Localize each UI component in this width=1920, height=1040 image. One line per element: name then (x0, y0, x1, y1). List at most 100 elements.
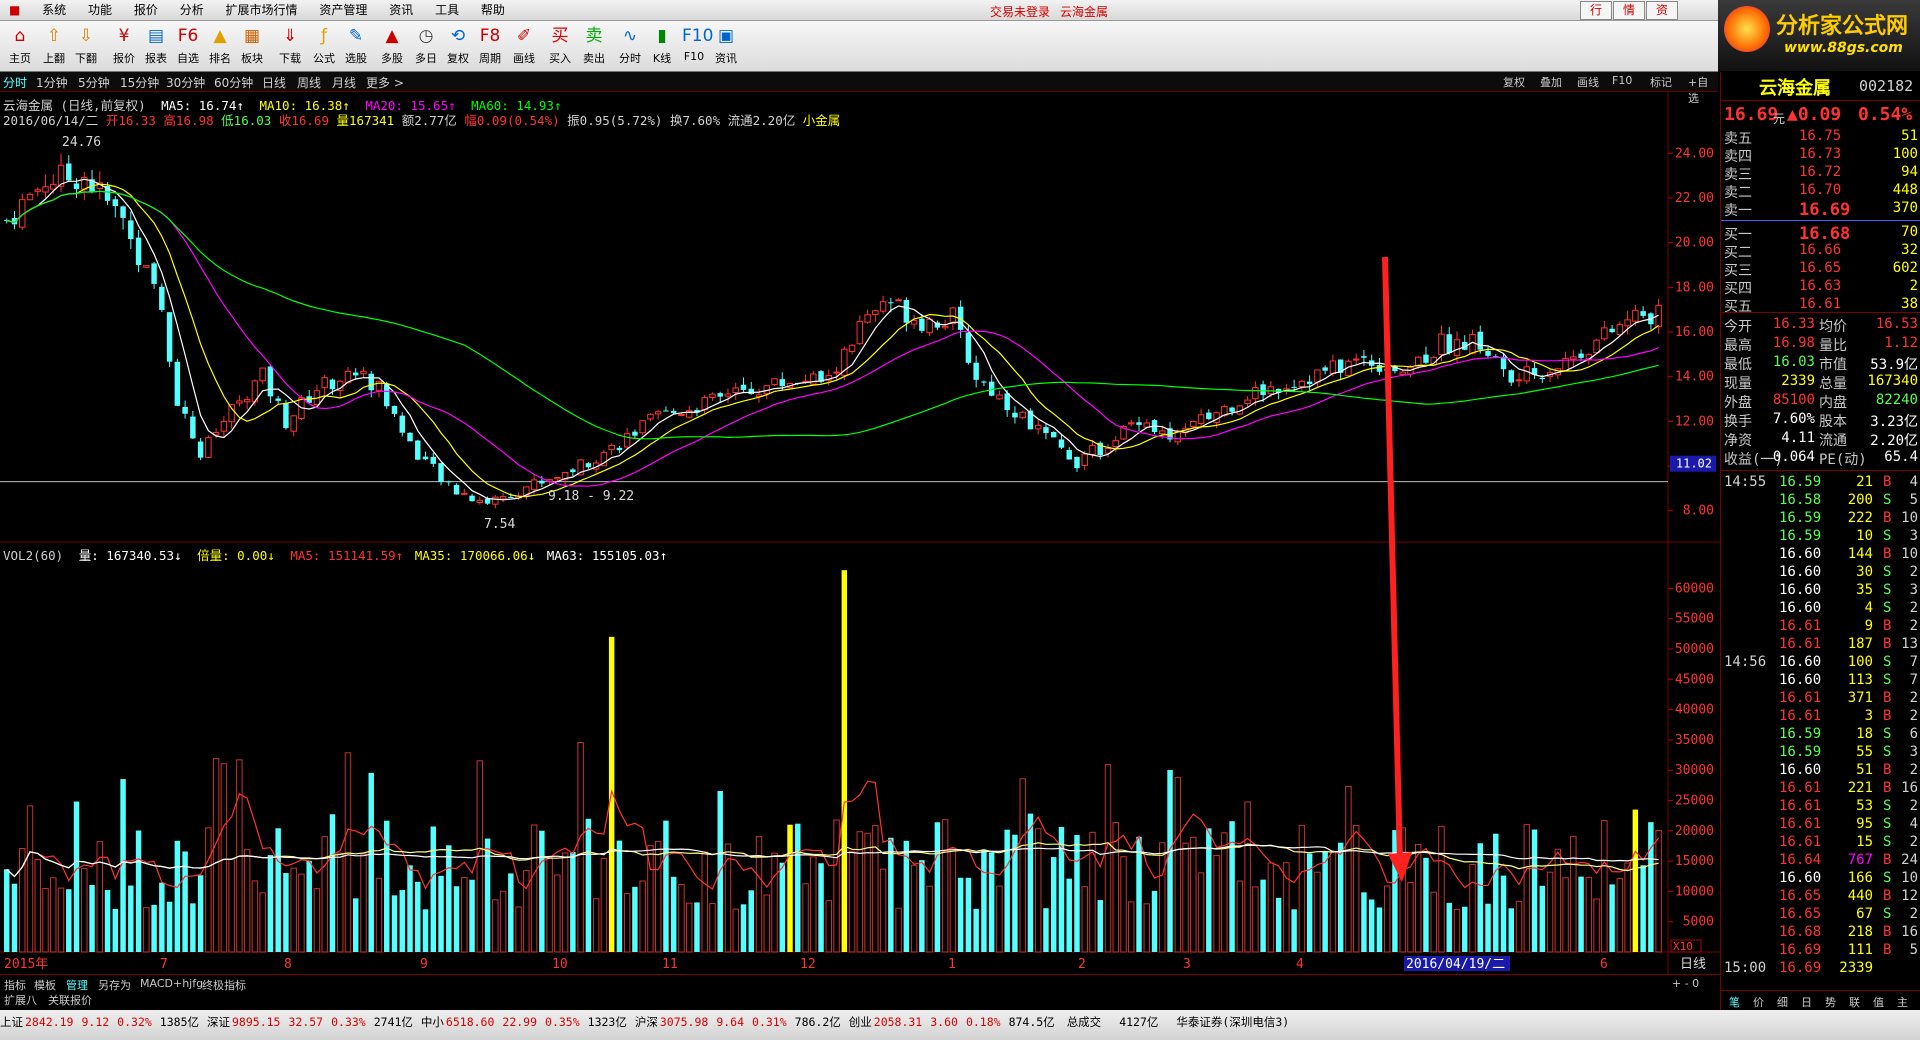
candle-body[interactable] (848, 344, 856, 353)
candle-body[interactable] (981, 381, 987, 383)
login-status[interactable]: 交易未登录 (990, 3, 1050, 20)
tick-row[interactable]: 16.61 9 B 2 (1721, 618, 1920, 636)
candle-body[interactable] (1601, 327, 1608, 340)
candle-body[interactable] (469, 495, 475, 502)
tick-row[interactable]: 16.61 53 S 2 (1721, 798, 1920, 816)
period-tab[interactable]: 30分钟 (166, 74, 205, 91)
candle-body[interactable] (321, 377, 328, 389)
news-button[interactable]: 资 (1646, 1, 1678, 20)
candle-body[interactable] (26, 193, 34, 201)
period-tab[interactable]: 周线 (297, 74, 321, 91)
candle-body[interactable] (120, 206, 126, 218)
tick-row[interactable]: 16.65 67 S 2 (1721, 906, 1920, 924)
candle-body[interactable] (1632, 309, 1639, 322)
candle-body[interactable] (1314, 369, 1321, 383)
candle-body[interactable] (1438, 333, 1445, 356)
candle-body[interactable] (647, 413, 654, 420)
candle-body[interactable] (461, 492, 468, 495)
candle-body[interactable] (352, 372, 359, 376)
candle-body[interactable] (259, 367, 266, 382)
draw-line-button[interactable]: ✐ 画线 (506, 24, 542, 70)
candle-body[interactable] (476, 499, 484, 503)
tick-row[interactable]: 16.61 15 S 2 (1721, 834, 1920, 852)
candle-body[interactable] (1329, 360, 1337, 374)
candle-body[interactable] (872, 310, 879, 316)
candle-body[interactable] (1423, 354, 1429, 363)
ask-row[interactable]: 卖四 16.73 100 (1721, 146, 1920, 165)
candle-body[interactable] (399, 415, 405, 433)
candle-body[interactable] (42, 186, 49, 193)
tick-row[interactable]: 16.60 113 S 7 (1721, 672, 1920, 690)
candle-body[interactable] (623, 433, 631, 448)
candle-body[interactable] (205, 437, 212, 458)
candle-body[interactable] (1244, 399, 1251, 404)
indicator-tab[interactable]: MACD+hjfg (140, 977, 203, 990)
app-menu-icon[interactable]: ■ (0, 0, 29, 20)
report-button[interactable]: ▤ 报表 (138, 24, 174, 70)
candle-body[interactable] (407, 432, 413, 442)
candle-body[interactable] (1306, 381, 1313, 385)
candle-body[interactable] (415, 440, 421, 460)
bid-row[interactable]: 买一 16.68 70 (1721, 224, 1920, 244)
tick-row[interactable]: 16.58 200 S 5 (1721, 492, 1920, 510)
menu-item[interactable]: 分析 (171, 0, 213, 20)
tick-row[interactable]: 16.60 35 S 3 (1721, 582, 1920, 600)
tick-row[interactable]: 16.61 371 B 2 (1721, 690, 1920, 708)
tick-row[interactable]: 16.61 221 B 16 (1721, 780, 1920, 798)
stock-picker-button[interactable]: ✎ 选股 (338, 24, 374, 70)
candle-body[interactable] (1640, 311, 1646, 316)
candle-body[interactable] (717, 393, 723, 397)
candle-body[interactable] (724, 393, 732, 397)
period-tab[interactable]: 15分钟 (120, 74, 159, 91)
quote-tab[interactable]: 笔 (1729, 994, 1740, 1010)
candle-body[interactable] (1206, 412, 1212, 420)
candle-body[interactable] (654, 411, 662, 415)
candle-body[interactable] (1074, 456, 1080, 469)
candle-body[interactable] (197, 441, 204, 458)
candle-body[interactable] (919, 318, 925, 331)
menu-item[interactable]: 资讯 (380, 0, 422, 20)
candle-body[interactable] (1593, 339, 1600, 354)
candle-body[interactable] (73, 183, 80, 190)
candle-body[interactable] (903, 299, 910, 323)
market-button[interactable]: 情 (1613, 1, 1645, 20)
candle-body[interactable] (539, 480, 545, 484)
candle-body[interactable] (128, 220, 134, 240)
tick-row[interactable]: 16.59 55 S 3 (1721, 744, 1920, 762)
candle-body[interactable] (996, 394, 1003, 400)
candle-body[interactable] (368, 373, 374, 391)
bid-row[interactable]: 买二 16.66 32 (1721, 242, 1920, 261)
candle-body[interactable] (554, 477, 561, 480)
candle-body[interactable] (1609, 328, 1615, 333)
candle-body[interactable] (1159, 430, 1166, 435)
candle-body[interactable] (833, 371, 840, 374)
quote-tab[interactable]: 联 (1849, 994, 1860, 1010)
sell-button[interactable]: 卖卖出 (576, 24, 612, 70)
candle-body[interactable] (1291, 386, 1297, 388)
candle-body[interactable] (1322, 367, 1328, 371)
candle-body[interactable] (151, 263, 157, 284)
bid-row[interactable]: 买四 16.63 2 (1721, 278, 1920, 297)
candle-body[interactable] (484, 498, 491, 504)
tick-list[interactable]: 14:55 16.59 21 B 4 16.58 200 S 5 16.59 222 B 10 16.59… (1721, 470, 1920, 992)
formula-button[interactable]: ƒ 公式 (306, 24, 342, 70)
tick-row[interactable]: 16.61 95 S 4 (1721, 816, 1920, 834)
period-tab[interactable]: 月线 (332, 74, 356, 91)
candle-body[interactable] (1578, 353, 1584, 358)
tick-row[interactable]: 16.59 222 B 10 (1721, 510, 1920, 528)
tick-row[interactable]: 14:56 16.60 100 S 7 (1721, 654, 1920, 672)
candle-body[interactable] (678, 414, 685, 417)
intraday-button[interactable]: ∿ 分时 (612, 24, 648, 70)
candle-body[interactable] (1616, 324, 1624, 336)
menu-item[interactable]: 工具 (426, 0, 468, 20)
tick-row[interactable]: 16.60 144 B 10 (1721, 546, 1920, 564)
menu-item[interactable]: 扩展市场行情 (217, 0, 307, 20)
period-tab[interactable]: 5分钟 (78, 74, 110, 91)
tick-row[interactable]: 16.59 10 S 3 (1721, 528, 1920, 546)
candle-body[interactable] (1515, 379, 1523, 382)
tick-row[interactable]: 16.60 51 B 2 (1721, 762, 1920, 780)
kline-button[interactable]: ▮ K线 (644, 24, 680, 70)
home-button[interactable]: ⌂ 主页 (2, 24, 38, 70)
candle-body[interactable] (159, 286, 165, 310)
buy-button[interactable]: 买买入 (542, 24, 578, 70)
